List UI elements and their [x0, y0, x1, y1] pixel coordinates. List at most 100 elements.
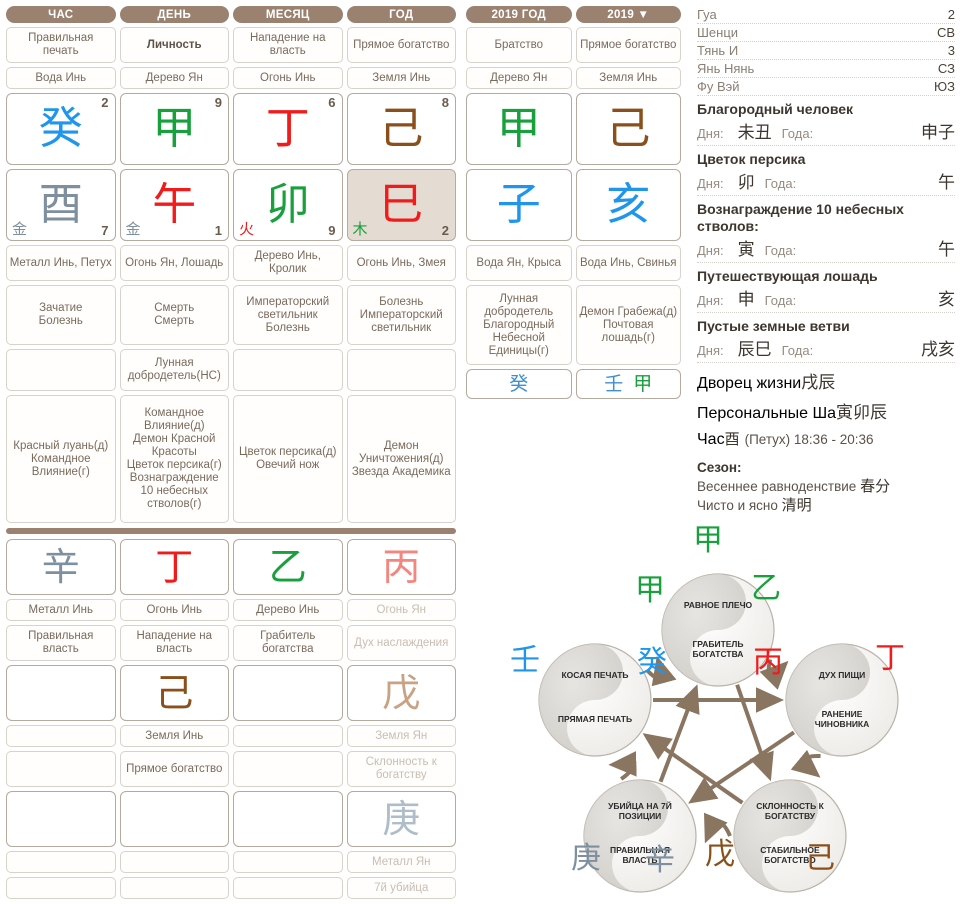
annual-hidden-0[interactable]: 癸 [466, 369, 572, 399]
natal-stem-3[interactable]: 8己 [346, 93, 456, 165]
annual-hidden-1[interactable]: 壬甲 [575, 369, 681, 399]
natal-virtue-3 [346, 349, 456, 391]
natal-branch-1[interactable]: 午金 1 [119, 169, 229, 241]
natal-life-stage-1: Смерть Смерть [119, 285, 229, 345]
luck-hidden1-god-1: Прямое богатство [119, 751, 229, 787]
cell-line: Болезнь [379, 295, 424, 308]
natal-branch-element-2: Дерево Инь, Кролик [233, 245, 343, 281]
cell-line: Смерть [154, 315, 195, 327]
cell-line: Лунная добродетель [484, 292, 554, 318]
natal-stem-0[interactable]: 2癸 [6, 93, 116, 165]
info-row-1: Шенци СВ [697, 24, 955, 42]
natal-stem-god-0[interactable]: Правильная печать [6, 27, 116, 63]
luck-hidden2-element-2 [233, 851, 343, 873]
luck-hidden2-2[interactable] [233, 791, 343, 847]
info-panel: Гуа 2 Шенци СВ Тянь И 3 Янь Нянь СЗ Фу Вэй ЮЗ Бла… [697, 6, 955, 515]
natal-header-0[interactable]: ЧАС [6, 6, 116, 23]
natal-branch-glyph-1: 午 [152, 179, 197, 230]
luck-stem-god-0[interactable]: Правильная власть [6, 625, 116, 661]
natal-stem-glyph-0: 癸 [38, 103, 83, 154]
natal-stars-1: Командное Влияние(д) Демон Красной Красот… [119, 395, 229, 523]
natal-virtue-0 [6, 349, 116, 391]
generating-arrow-2 [704, 812, 732, 844]
hour-row: Час酉 (Петух) 18:36 - 20:36 [697, 428, 955, 449]
info-row-label-4: Фу Вэй [697, 79, 740, 94]
annual-hidden-glyph-1-0: 壬 [604, 372, 624, 395]
annual-stem-god-0[interactable]: Братство [466, 27, 572, 63]
luck-hidden1-2[interactable] [233, 665, 343, 721]
luck-stem-1[interactable]: 丁 [119, 539, 229, 595]
info-block-year-label-3: Года: [764, 293, 797, 308]
info-block-line-0: Дня: 未丑 Года: 申子 [697, 118, 955, 146]
wuxing-node-top-label-wood: РАВНОЕ ПЛЕЧО [684, 600, 753, 610]
luck-hidden1-1[interactable]: 己 [119, 665, 229, 721]
annual-branch-0[interactable]: 子 [466, 169, 572, 241]
natal-stem-god-1[interactable]: Личность [119, 27, 229, 63]
info-block-title-2: Вознаграждение 10 небесных стволов: [697, 201, 904, 234]
luck-stem-3[interactable]: 丙 [346, 539, 456, 595]
annual-stem-1[interactable]: 己 [575, 93, 681, 165]
natal-header-1[interactable]: ДЕНЬ [119, 6, 229, 23]
wuxing-node-water[interactable]: КОСАЯ ПЕЧАТЬ ПРЯМАЯ ПЕЧАТЬ [538, 643, 652, 757]
annual-branch-1[interactable]: 亥 [575, 169, 681, 241]
annual-header-0[interactable]: 2019 ГОД [466, 6, 572, 23]
annual-year-dropdown[interactable]: 2019 ▼ [575, 6, 681, 23]
natal-stem-god-3[interactable]: Прямое богатство [346, 27, 456, 63]
wuxing-stem-label-2: 乙 [751, 571, 781, 606]
annual-stars-0: Лунная добродетель Благородный Небесной Е… [466, 285, 572, 365]
luck-stem-0[interactable]: 辛 [6, 539, 116, 595]
annual-stem-god-1[interactable]: Прямое богатство [575, 27, 681, 63]
info-block-year-value-0: 申子 [921, 123, 955, 143]
wuxing-node-top-label-water: КОСАЯ ПЕЧАТЬ [561, 670, 628, 680]
natal-header-3[interactable]: ГОД [346, 6, 456, 23]
cell-line: Императорский светильник [246, 295, 330, 321]
natal-branch-glyph-0: 酉 [38, 179, 83, 230]
natal-stars-0: Красный луань(д) Командное Влияние(г) [6, 395, 116, 523]
luck-hidden1-glyph-1: 己 [155, 671, 194, 715]
natal-branch-element-0: Металл Инь, Петух [6, 245, 116, 281]
natal-branch-0[interactable]: 酉金 7 [6, 169, 116, 241]
luck-stem-god-1[interactable]: Нападение на власть [119, 625, 229, 661]
natal-branch-2[interactable]: 卯火 9 [233, 169, 343, 241]
natal-stem-number-3: 8 [441, 95, 449, 110]
cell-line: Вознаграждение 10 небесных стволов(г) [129, 472, 219, 510]
luck-hidden1-glyph-3: 戊 [382, 671, 421, 715]
annual-branch-element-0: Вода Ян, Крыса [466, 245, 572, 281]
info-block-day-label-0: Дня: [697, 126, 724, 141]
natal-stem-2[interactable]: 6丁 [233, 93, 343, 165]
info-block-1: Цветок персика Дня: 卯 Года: 午 [697, 151, 955, 196]
natal-life-stage-2: Императорский светильник Болезнь [233, 285, 343, 345]
luck-stem-god-2[interactable]: Грабитель богатства [233, 625, 343, 661]
natal-branch-3[interactable]: 巳木 2 [346, 169, 456, 241]
natal-stem-god-2[interactable]: Нападение на власть [233, 27, 343, 63]
annual-stem-0[interactable]: 甲 [466, 93, 572, 165]
cell-line: Командное Влияние(д) [143, 407, 205, 432]
luck-hidden2-3[interactable]: 庚 [346, 791, 456, 847]
wuxing-node-top-label-earth: СКЛОННОСТЬ К БОГАТСТВУ [756, 801, 824, 821]
luck-hidden2-0[interactable] [6, 791, 116, 847]
info-block-title-0: Благородный человек [697, 101, 854, 117]
natal-stem-number-1: 9 [214, 95, 222, 110]
natal-stem-glyph-2: 丁 [265, 103, 310, 154]
wuxing-stem-label-1: 甲 [635, 573, 665, 608]
natal-stars-2: Цветок персика(д) Овечий нож [233, 395, 343, 523]
natal-header-2[interactable]: МЕСЯЦ [233, 6, 343, 23]
natal-stem-1[interactable]: 9甲 [119, 93, 229, 165]
info-row-value-4: ЮЗ [934, 79, 955, 94]
annual-stem-element-0: Дерево Ян [466, 67, 572, 89]
annual-branch-glyph-1: 亥 [606, 179, 651, 230]
natal-life-stage-3: Болезнь Императорский светильник [346, 285, 456, 345]
luck-hidden2-1[interactable] [119, 791, 229, 847]
info-block-title-3: Путешествующая лошадь [697, 268, 878, 284]
wuxing-svg: РАВНОЕ ПЛЕЧО ГРАБИТЕЛЬ БОГАТСТВА ДУХ ПИЩИ РА… [510, 523, 905, 893]
info-row-label-2: Тянь И [697, 43, 739, 58]
cell-line: Благородный Небесной Единицы(г) [483, 318, 555, 357]
cell-line: Болезнь [38, 315, 83, 327]
luck-stem-2[interactable]: 乙 [233, 539, 343, 595]
info-block-year-value-4: 戌亥 [921, 340, 955, 360]
season-line-1-cjk: 春分 [860, 477, 891, 495]
luck-hidden1-3[interactable]: 戊 [346, 665, 456, 721]
luck-hidden1-0[interactable] [6, 665, 116, 721]
luck-stem-god-3[interactable]: Дух наслаждения [346, 625, 456, 661]
personal-sha-value: 寅卯辰 [836, 403, 888, 423]
